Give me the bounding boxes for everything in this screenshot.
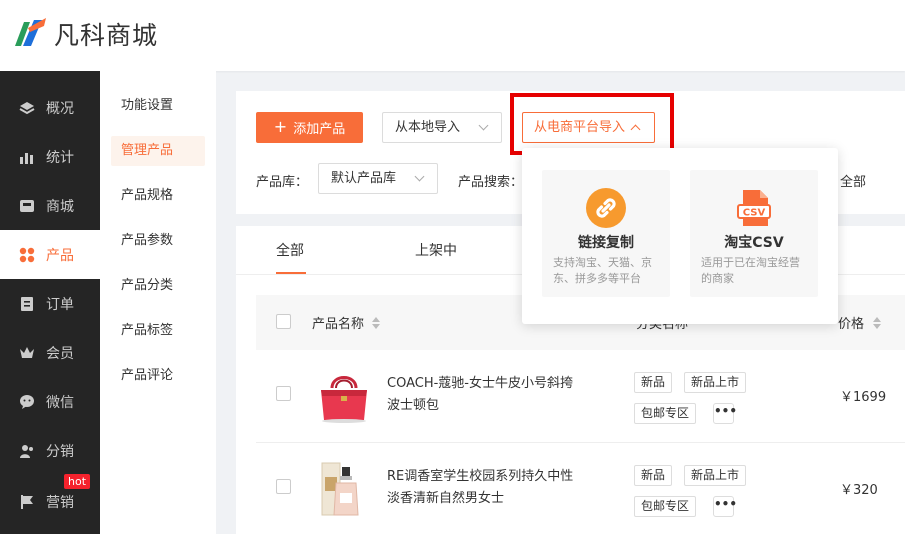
submenu-item-params[interactable]: 产品参数 xyxy=(111,226,205,256)
sidebar-item-label: 商城 xyxy=(46,198,74,215)
order-icon xyxy=(19,296,35,312)
product-tag: 包邮专区 xyxy=(634,403,697,424)
main-sidebar: 概况 统计 商城 产品 订单 会员 微信 分销 营销 hot xyxy=(0,71,100,534)
submenu-item-specs[interactable]: 产品规格 xyxy=(111,181,205,211)
sidebar-item-label: 统计 xyxy=(46,149,74,166)
column-header-name: 产品名称 xyxy=(312,317,365,332)
taobao-csv-desc: 适用于已在淘宝经营的商家 xyxy=(701,256,800,285)
svg-text:CSV: CSV xyxy=(743,208,766,219)
top-header: 凡科商城 xyxy=(0,0,905,71)
import-platform-popover: 链接复制 支持淘宝、天猫、京东、拼多多等平台 CSV 淘宝CSV 适用于已在淘宝… xyxy=(522,148,838,324)
csv-file-icon: CSV xyxy=(737,190,771,226)
sort-icon[interactable] xyxy=(372,317,380,329)
submenu-item-category[interactable]: 产品分类 xyxy=(111,271,205,301)
layers-icon xyxy=(19,100,35,116)
sidebar-item-members[interactable]: 会员 xyxy=(0,328,100,377)
tab-all[interactable]: 全部 xyxy=(276,240,304,260)
library-select[interactable]: 默认产品库 xyxy=(318,163,438,194)
sidebar-item-orders[interactable]: 订单 xyxy=(0,279,100,328)
product-tag: 新品上市 xyxy=(684,465,747,486)
store-icon xyxy=(19,198,35,214)
link-icon xyxy=(586,188,626,228)
sidebar-item-label: 概况 xyxy=(46,100,74,117)
local-import-dropdown[interactable]: 从本地导入 xyxy=(382,112,502,143)
local-import-label: 从本地导入 xyxy=(395,120,461,135)
sidebar-item-label: 微信 xyxy=(46,394,74,411)
row-checkbox[interactable] xyxy=(276,386,291,401)
sidebar-item-label: 营销 xyxy=(46,494,74,511)
table-row: RE调香室学生校园系列持久中性淡香清新自然男女士 新品 新品上市 包邮专区 ••… xyxy=(256,443,905,534)
link-copy-title: 链接复制 xyxy=(578,235,634,251)
submenu-item-manage[interactable]: 管理产品 xyxy=(111,136,205,166)
product-price: ￥1699 xyxy=(840,390,887,405)
link-copy-desc: 支持淘宝、天猫、京东、拼多多等平台 xyxy=(553,256,652,285)
sidebar-item-overview[interactable]: 概况 xyxy=(0,83,100,132)
more-tags-button[interactable]: ••• xyxy=(713,496,737,517)
add-product-button[interactable]: + 添加产品 xyxy=(256,112,363,143)
product-thumbnail-red-handbag[interactable] xyxy=(316,366,372,426)
sidebar-item-wechat[interactable]: 微信 xyxy=(0,377,100,426)
taobao-csv-card[interactable]: CSV 淘宝CSV 适用于已在淘宝经营的商家 xyxy=(690,170,818,297)
filter-select-value[interactable]: 全部 xyxy=(840,171,866,190)
tab-on-shelf[interactable]: 上架中 xyxy=(415,240,457,260)
sidebar-item-label: 产品 xyxy=(46,247,74,264)
add-product-label: 添加产品 xyxy=(293,122,346,137)
plus-icon: + xyxy=(273,117,288,136)
sidebar-item-marketing[interactable]: 营销 hot xyxy=(0,474,100,526)
column-header-price: 价格 xyxy=(838,317,865,332)
sidebar-item-distribution[interactable]: 分销 xyxy=(0,426,100,475)
product-tag: 新品 xyxy=(634,372,673,393)
product-tag: 新品 xyxy=(634,465,673,486)
link-copy-card[interactable]: 链接复制 支持淘宝、天猫、京东、拼多多等平台 xyxy=(542,170,670,297)
wechat-icon xyxy=(19,394,35,410)
more-tags-button[interactable]: ••• xyxy=(713,403,737,424)
sort-icon[interactable] xyxy=(873,317,881,329)
row-checkbox[interactable] xyxy=(276,479,291,494)
logo-mark-icon xyxy=(15,18,46,46)
product-grid-icon xyxy=(19,247,35,263)
sidebar-item-label: 订单 xyxy=(46,296,74,313)
crown-icon xyxy=(19,345,35,361)
table-row: COACH-蔻驰-女士牛皮小号斜挎波士顿包 新品 新品上市 包邮专区 ••• ￥… xyxy=(256,350,905,443)
product-name[interactable]: COACH-蔻驰-女士牛皮小号斜挎波士顿包 xyxy=(387,373,577,417)
sidebar-item-label: 会员 xyxy=(46,345,74,362)
brand-name: 凡科商城 xyxy=(54,21,159,50)
distribution-icon xyxy=(19,443,35,459)
sidebar-item-stats[interactable]: 统计 xyxy=(0,132,100,181)
submenu-item-reviews[interactable]: 产品评论 xyxy=(111,361,205,391)
product-submenu: 功能设置 管理产品 产品规格 产品参数 产品分类 产品标签 产品评论 xyxy=(100,71,216,534)
library-value: 默认产品库 xyxy=(331,171,397,186)
select-all-checkbox[interactable] xyxy=(276,314,291,329)
product-tag: 包邮专区 xyxy=(634,496,697,517)
taobao-csv-title: 淘宝CSV xyxy=(724,235,784,251)
bar-chart-icon xyxy=(19,149,35,165)
flag-icon xyxy=(19,494,35,510)
search-label: 产品搜索： xyxy=(458,175,524,190)
sidebar-item-store[interactable]: 商城 xyxy=(0,181,100,230)
hot-badge: hot xyxy=(64,474,91,489)
brand-logo[interactable]: 凡科商城 xyxy=(12,16,158,52)
sidebar-item-label: 分销 xyxy=(46,443,74,460)
product-tag: 新品上市 xyxy=(684,372,747,393)
product-name[interactable]: RE调香室学生校园系列持久中性淡香清新自然男女士 xyxy=(387,466,577,510)
product-price: ￥320 xyxy=(840,483,878,498)
sidebar-item-product[interactable]: 产品 xyxy=(0,230,100,279)
library-label: 产品库： xyxy=(256,175,309,190)
chevron-down-icon xyxy=(414,171,425,182)
chevron-down-icon xyxy=(478,120,489,131)
product-thumbnail-perfume[interactable] xyxy=(316,459,372,519)
submenu-item-tags[interactable]: 产品标签 xyxy=(111,316,205,346)
highlight-annotation xyxy=(510,93,674,155)
submenu-item-settings[interactable]: 功能设置 xyxy=(111,91,205,121)
